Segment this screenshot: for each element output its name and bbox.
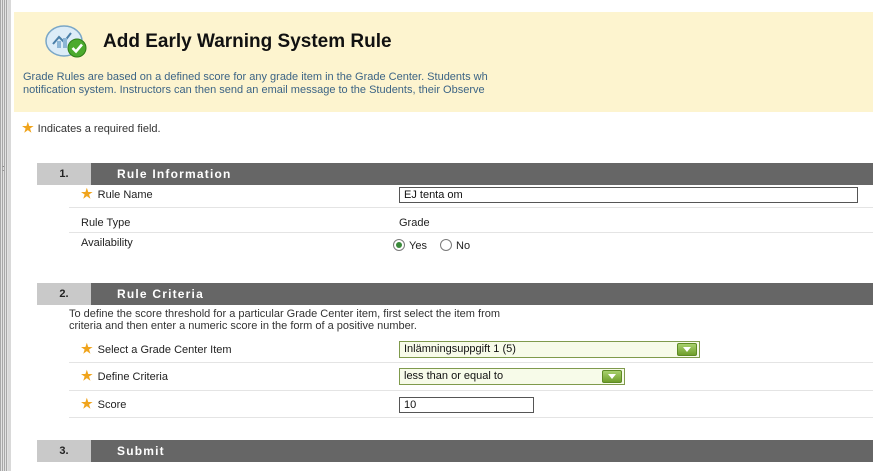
grade-item-selected-value: Inlämningsuppgift 1 (5): [404, 343, 516, 355]
step-number: 2.: [37, 283, 91, 305]
grade-item-label-text: Select a Grade Center Item: [97, 344, 232, 356]
asterisk-star-icon: ★: [81, 368, 93, 383]
score-label: ★ Score: [81, 396, 126, 412]
row-divider: [69, 390, 873, 391]
rule-name-label: ★ Rule Name: [81, 186, 153, 202]
left-frame-strip: [0, 0, 8, 471]
header-description-line-2: notification system. Instructors can the…: [23, 84, 485, 96]
step-number: 3.: [37, 440, 91, 462]
early-warning-rule-icon: [45, 25, 87, 58]
rule-type-label: Rule Type: [81, 217, 131, 229]
chevron-down-icon[interactable]: [677, 343, 697, 356]
step-title: Rule Information: [117, 167, 232, 181]
required-note-text: Indicates a required field.: [37, 123, 161, 135]
page-title: Add Early Warning System Rule: [103, 31, 392, 52]
criteria-instructions: To define the score threshold for a part…: [69, 308, 873, 332]
criteria-instructions-line-2: criteria and then enter a numeric score …: [69, 320, 417, 332]
rule-name-input[interactable]: [399, 187, 858, 203]
score-input[interactable]: [399, 397, 534, 413]
define-criteria-label: ★ Define Criteria: [81, 368, 168, 384]
page-header: Add Early Warning System Rule Grade Rule…: [14, 12, 873, 112]
availability-yes-label[interactable]: Yes: [409, 240, 427, 252]
rule-name-label-text: Rule Name: [97, 189, 153, 201]
required-field-note: ★ Indicates a required field.: [22, 120, 161, 136]
chevron-down-icon[interactable]: [602, 370, 622, 383]
header-description-line-1: Grade Rules are based on a defined score…: [23, 71, 488, 83]
availability-no-radio[interactable]: [440, 239, 453, 251]
define-criteria-label-text: Define Criteria: [97, 371, 168, 383]
step-number: 1.: [37, 163, 91, 185]
availability-label: Availability: [81, 237, 133, 249]
grade-item-select[interactable]: Inlämningsuppgift 1 (5): [399, 341, 700, 358]
step-title: Submit: [117, 444, 165, 458]
row-divider: [69, 207, 873, 208]
define-criteria-select[interactable]: less than or equal to: [399, 368, 625, 385]
header-description: Grade Rules are based on a defined score…: [23, 71, 873, 97]
row-divider: [69, 362, 873, 363]
availability-yes-radio[interactable]: [393, 239, 405, 251]
frame-resize-handle[interactable]: :: [2, 164, 5, 173]
define-criteria-selected-value: less than or equal to: [404, 370, 504, 382]
asterisk-star-icon: ★: [81, 186, 93, 201]
section-rule-criteria-header: 2. Rule Criteria: [37, 283, 873, 305]
grade-item-label: ★ Select a Grade Center Item: [81, 341, 232, 357]
rule-type-value: Grade: [399, 217, 430, 229]
asterisk-star-icon: ★: [22, 120, 34, 135]
row-divider: [69, 417, 873, 418]
section-rule-information-header: 1. Rule Information: [37, 163, 873, 185]
step-title: Rule Criteria: [117, 287, 204, 301]
criteria-instructions-line-1: To define the score threshold for a part…: [69, 308, 501, 320]
section-submit-header: 3. Submit: [37, 440, 873, 462]
asterisk-star-icon: ★: [81, 341, 93, 356]
left-frame-edge: [8, 0, 11, 471]
availability-no-label[interactable]: No: [456, 240, 470, 252]
asterisk-star-icon: ★: [81, 396, 93, 411]
availability-radio-group: Yes No: [393, 239, 480, 252]
score-label-text: Score: [97, 399, 127, 411]
row-divider: [69, 232, 873, 233]
